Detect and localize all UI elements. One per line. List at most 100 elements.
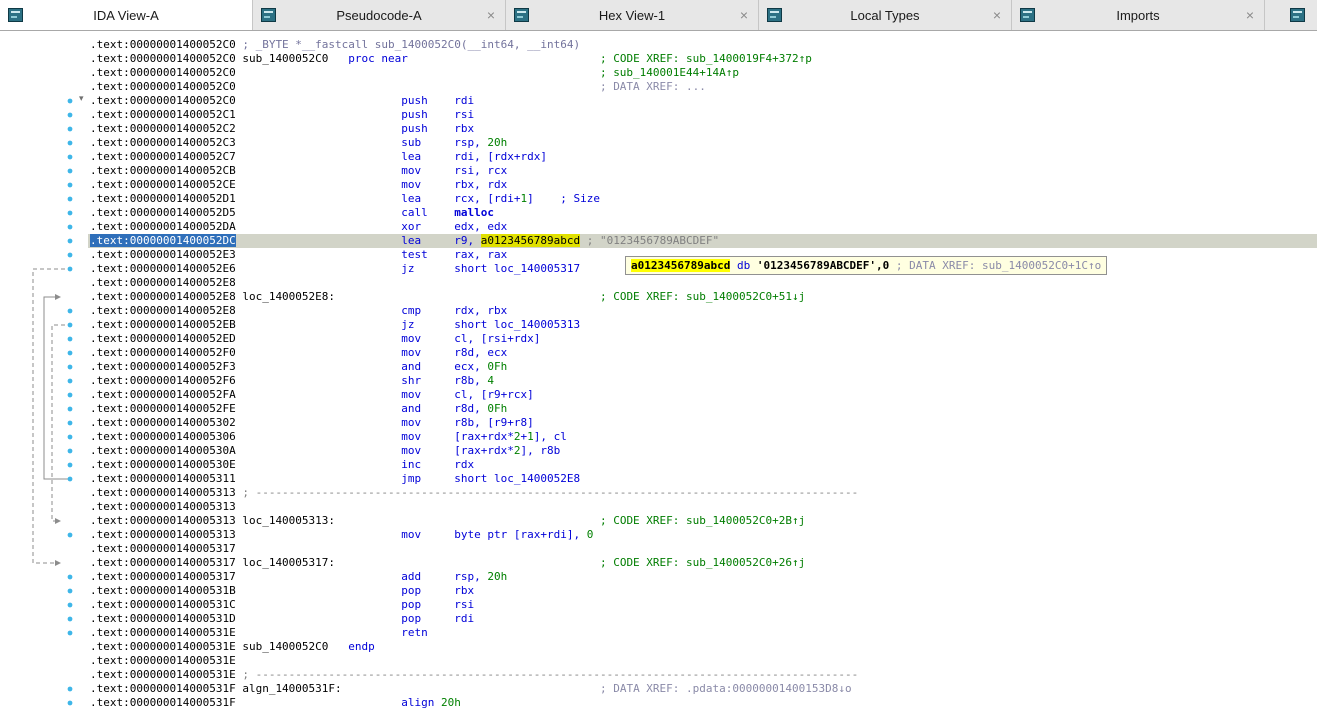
listing-line[interactable]: .text:00000001400052FE and r8d, 0Fh [88,402,1317,416]
listing-line[interactable]: .text:00000001400052ED mov cl, [rsi+rdx] [88,332,1317,346]
code-token: loc_1400052E8: [235,290,336,303]
listing-line[interactable]: .text:000000014000531E retn [88,626,1317,640]
line-address: .text:00000001400052D1 [90,192,236,205]
listing-line[interactable]: .text:00000001400052F3 and ecx, 0Fh [88,360,1317,374]
listing-line[interactable]: .text:000000014000531B pop rbx [88,584,1317,598]
line-address: .text:00000001400052FE [90,402,236,415]
listing-line[interactable]: .text:0000000140005317 loc_140005317: ; … [88,556,1317,570]
line-address: .text:0000000140005306 [90,430,236,443]
code-token: push rbx [235,122,475,135]
listing-line[interactable]: .text:00000001400052DA xor edx, edx [88,220,1317,234]
listing-line[interactable]: .text:00000001400052E8 cmp rdx, rbx [88,304,1317,318]
line-address: .text:00000001400052E3 [90,248,236,261]
highlighted-identifier: a0123456789abcd [631,259,731,272]
code-token: ; sub_140001E44+14A↑p [235,66,740,79]
listing-line[interactable]: .text:000000014000531F algn_14000531F: ;… [88,682,1317,696]
listing-line[interactable]: .text:0000000140005306 mov [rax+rdx*2+1]… [88,430,1317,444]
listing-line[interactable]: .text:0000000140005313 mov byte ptr [rax… [88,528,1317,542]
line-address: .text:00000001400052E8 [90,290,236,303]
tab-pseudocode-a[interactable]: Pseudocode-A × [253,0,506,30]
listing-line[interactable]: .text:0000000140005317 [88,542,1317,556]
listing-line[interactable]: .text:00000001400052D1 lea rcx, [rdi+1] … [88,192,1317,206]
tab-local-types[interactable]: Local Types × [759,0,1012,30]
line-marker-dot [67,98,73,104]
listing-line[interactable]: .text:000000014000530A mov [rax+rdx*2], … [88,444,1317,458]
line-marker-dot [67,630,73,636]
pseudocode-icon [261,8,276,22]
listing-line[interactable]: .text:00000001400052F6 shr r8b, 4 [88,374,1317,388]
collapse-arrow-icon[interactable]: ▾ [79,92,84,106]
listing-line[interactable]: .text:000000014000531F align 20h [88,696,1317,710]
line-marker-dot [67,238,73,244]
listing-line[interactable]: .text:00000001400052C0 push rdi [88,94,1317,108]
line-address: .text:0000000140005313 [90,500,236,513]
code-token: ; CODE XREF: sub_1400052C0+2B↑j [335,514,806,527]
listing-line[interactable]: .text:00000001400052C0 sub_1400052C0 pro… [88,52,1317,66]
listing-line[interactable]: .text:00000001400052FA mov cl, [r9+rcx] [88,388,1317,402]
listing-line[interactable]: .text:000000014000531E [88,654,1317,668]
code-token: pop rsi [235,598,475,611]
line-address: .text:000000014000530A [90,444,236,457]
listing-line[interactable]: .text:000000014000531D pop rdi [88,612,1317,626]
listing-line[interactable]: .text:000000014000530E inc rdx [88,458,1317,472]
listing-line[interactable]: .text:00000001400052C2 push rbx [88,122,1317,136]
code-token: lea r9, [235,234,481,247]
line-marker-dot [67,336,73,342]
listing-line[interactable]: .text:0000000140005313 ; ---------------… [88,486,1317,500]
ida-view-icon [8,8,23,22]
code-token: pop rdi [235,612,475,625]
highlighted-identifier[interactable]: a0123456789abcd [480,234,581,247]
close-icon[interactable]: × [740,8,748,22]
listing-line[interactable]: .text:00000001400052CB mov rsi, rcx [88,164,1317,178]
listing-line[interactable]: .text:0000000140005313 loc_140005313: ; … [88,514,1317,528]
listing-line[interactable]: .text:00000001400052D5 call malloc [88,206,1317,220]
line-address: .text:00000001400052CB [90,164,236,177]
close-icon[interactable]: × [487,8,495,22]
listing-line[interactable]: .text:00000001400052EB jz short loc_1400… [88,318,1317,332]
tab-bar: IDA View-A Pseudocode-A × Hex View-1 × Local … [0,0,1317,31]
listing-line[interactable]: .text:00000001400052C3 sub rsp, 20h [88,136,1317,150]
close-icon[interactable]: × [993,8,1001,22]
listing-line[interactable]: .text:00000001400052C0 ; DATA XREF: ... [88,80,1317,94]
line-address: .text:00000001400052F6 [90,374,236,387]
listing-line[interactable]: .text:0000000140005302 mov r8b, [r9+r8] [88,416,1317,430]
listing-line[interactable]: .text:000000014000531E sub_1400052C0 end… [88,640,1317,654]
code-token: mov r8d, ecx [235,346,508,359]
listing-line[interactable]: .text:00000001400052C0 ; _BYTE *__fastca… [88,38,1317,52]
line-address: .text:00000001400052C3 [90,136,236,149]
code-token: 0Fh [487,360,508,373]
listing-line[interactable]: .text:0000000140005311 jmp short loc_140… [88,472,1317,486]
line-address: .text:000000014000531E [90,654,236,667]
listing-line[interactable]: .text:000000014000531E ; ---------------… [88,668,1317,682]
disassembly-listing[interactable]: .text:00000001400052C0 ; _BYTE *__fastca… [88,31,1317,710]
listing-line[interactable]: .text:00000001400052DC lea r9, a01234567… [88,234,1317,248]
listing-line[interactable]: .text:00000001400052E8 loc_1400052E8: ; … [88,290,1317,304]
listing-line[interactable]: .text:00000001400052C7 lea rdi, [rdx+rdx… [88,150,1317,164]
tab-hex-view-1[interactable]: Hex View-1 × [506,0,759,30]
line-address: .text:00000001400052C0 [90,66,236,79]
code-token: and ecx, [235,360,488,373]
listing-line[interactable]: .text:0000000140005317 add rsp, 20h [88,570,1317,584]
listing-line[interactable]: .text:00000001400052CE mov rbx, rdx [88,178,1317,192]
line-address: .text:0000000140005311 [90,472,236,485]
code-token: algn_14000531F: [235,682,342,695]
listing-line[interactable]: .text:0000000140005313 [88,500,1317,514]
line-address: .text:00000001400052F0 [90,346,236,359]
tab-ida-view-a[interactable]: IDA View-A [0,0,253,30]
code-token: ; DATA XREF: ... [235,80,706,93]
close-icon[interactable]: × [1246,8,1254,22]
line-marker-dot [67,364,73,370]
listing-line[interactable]: .text:000000014000531C pop rsi [88,598,1317,612]
imports-icon [1020,8,1035,22]
listing-line[interactable]: .text:00000001400052C1 push rsi [88,108,1317,122]
desktop-windows-icon[interactable] [1290,8,1305,22]
listing-line[interactable]: .text:00000001400052F0 mov r8d, ecx [88,346,1317,360]
line-address: .text:00000001400052DA [90,220,236,233]
line-marker-dot [67,154,73,160]
callee-name[interactable]: malloc [454,206,494,219]
tab-imports[interactable]: Imports × [1012,0,1265,30]
listing-line[interactable]: .text:00000001400052E8 [88,276,1317,290]
listing-line[interactable]: .text:00000001400052C0 ; sub_140001E44+1… [88,66,1317,80]
line-address: .text:000000014000530E [90,458,236,471]
